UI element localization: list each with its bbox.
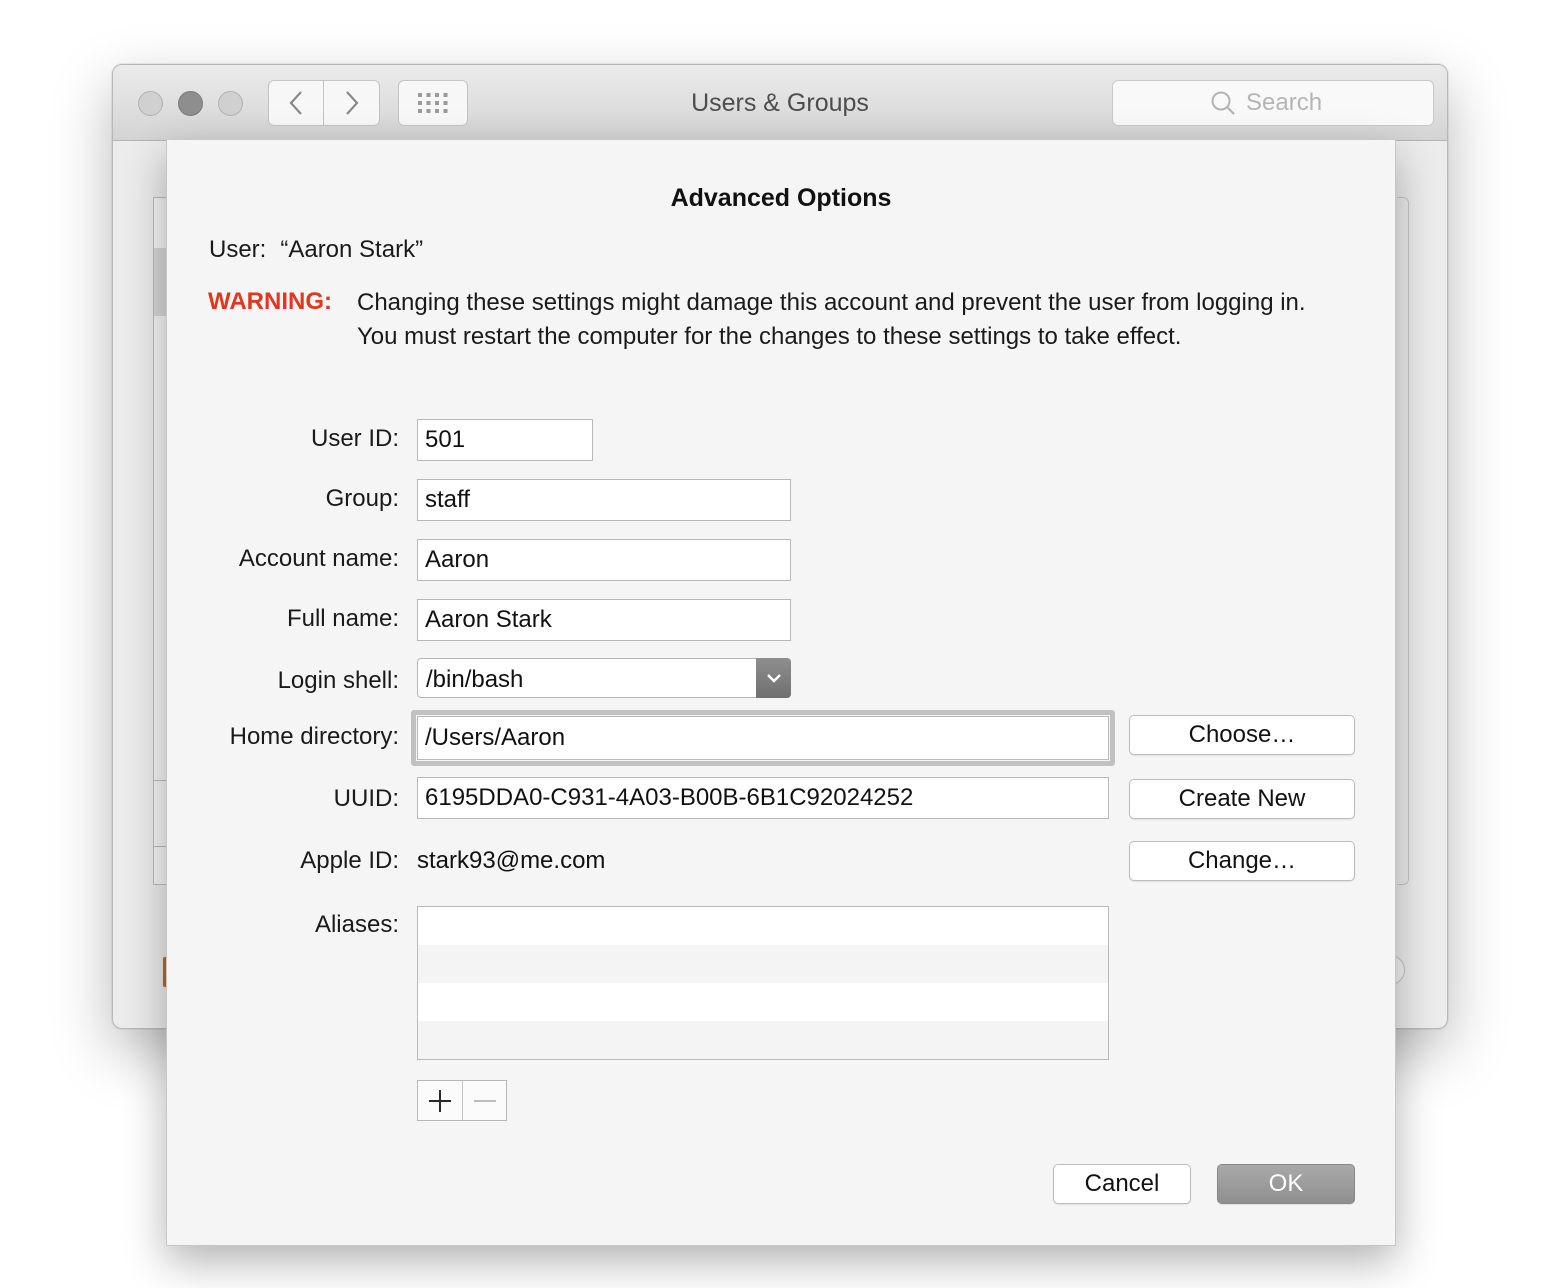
login-shell-dropdown[interactable]: /bin/bash [417, 658, 791, 698]
list-item[interactable] [418, 983, 1108, 1021]
uuid-field[interactable] [417, 777, 1109, 819]
user-detail-pane [1397, 197, 1409, 885]
search-field[interactable] [1112, 80, 1434, 126]
user-id-field[interactable] [417, 419, 593, 461]
apple-id-label: Apple ID: [300, 847, 399, 874]
login-shell-value: /bin/bash [426, 666, 524, 693]
aliases-list[interactable] [417, 906, 1109, 1060]
sheet-title: Advanced Options [670, 184, 892, 212]
login-shell-label: Login shell: [277, 667, 399, 694]
apple-id-value: stark93@me.com [417, 847, 606, 874]
dropdown-chevron-icon [766, 674, 781, 683]
uuid-label: UUID: [333, 785, 399, 812]
cancel-button[interactable]: Cancel [1053, 1164, 1191, 1204]
window-titlebar: Users & Groups [113, 65, 1447, 141]
list-item[interactable] [418, 945, 1108, 983]
group-label: Group: [325, 485, 399, 512]
full-name-field[interactable] [417, 599, 791, 641]
change-button[interactable]: Change… [1129, 841, 1355, 881]
warning-label: WARNING: [208, 288, 332, 315]
aliases-label: Aliases: [314, 911, 399, 938]
choose-button[interactable]: Choose… [1129, 715, 1355, 755]
add-alias-button[interactable] [418, 1081, 462, 1120]
user-id-label: User ID: [310, 425, 399, 452]
remove-alias-button[interactable] [462, 1081, 506, 1120]
user-name: “Aaron Stark” [280, 236, 424, 263]
user-label: User: [209, 236, 267, 263]
ok-button[interactable]: OK [1217, 1164, 1355, 1204]
advanced-options-sheet: Advanced Options User: “Aaron Stark” WARN… [166, 140, 1396, 1246]
list-item[interactable] [418, 907, 1108, 945]
plus-icon [429, 1089, 451, 1112]
minus-icon [473, 1099, 496, 1102]
alias-add-remove-control [417, 1080, 507, 1121]
users-list-pane [153, 197, 168, 885]
warning-text: Changing these settings might damage thi… [357, 289, 1306, 350]
group-field[interactable] [417, 479, 791, 521]
search-icon [1211, 91, 1235, 115]
full-name-label: Full name: [286, 605, 399, 632]
create-new-button[interactable]: Create New [1129, 779, 1355, 819]
home-directory-field[interactable] [417, 716, 1109, 760]
home-directory-label: Home directory: [229, 723, 399, 750]
account-name-label: Account name: [238, 545, 399, 572]
list-item[interactable] [418, 1021, 1108, 1059]
user-line: User: “Aaron Stark” [209, 236, 423, 264]
account-name-field[interactable] [417, 539, 791, 581]
search-input[interactable] [1246, 89, 1336, 117]
dropdown-chevron-button[interactable] [756, 658, 791, 698]
